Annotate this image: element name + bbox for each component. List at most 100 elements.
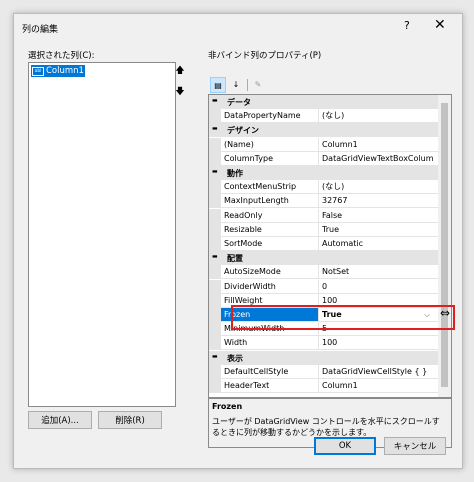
property-value[interactable]: False [319, 209, 438, 223]
collapse-icon[interactable]: ▬ [212, 354, 218, 360]
property-name[interactable]: Resizable [221, 223, 319, 237]
property-row[interactable]: ColumnType DataGridViewTextBoxColum [209, 152, 438, 166]
edit-columns-dialog: 列の編集 ? ✕ 選択された列(C): abl Column1 🡅 🡇 追加(A… [13, 13, 463, 469]
row-gutter [209, 294, 221, 308]
property-value[interactable]: (なし) [319, 109, 438, 123]
row-gutter [209, 223, 221, 237]
category-row[interactable]: ▬ データ [209, 95, 438, 109]
list-item[interactable]: abl Column1 [31, 65, 85, 77]
row-gutter [209, 365, 221, 379]
property-row[interactable]: SortMode Automatic [209, 237, 438, 251]
property-row[interactable]: HeaderText Column1 [209, 379, 438, 393]
move-up-button[interactable]: 🡅 [174, 65, 186, 77]
help-button[interactable]: ? [404, 19, 410, 32]
move-down-button[interactable]: 🡇 [174, 86, 186, 98]
property-value[interactable]: (なし) [319, 180, 438, 194]
property-row[interactable]: ContextMenuStrip (なし) [209, 180, 438, 194]
alphabetical-button[interactable]: ↓ [228, 77, 244, 93]
remove-button[interactable]: 削除(R) [98, 411, 162, 429]
description-text: ユーザーが DataGridView コントロールを水平にスクロールするときに列… [212, 417, 440, 437]
property-value[interactable]: DataGridViewTextBoxColum [319, 152, 438, 166]
property-value[interactable]: 32767 [319, 194, 438, 208]
property-name[interactable]: ContextMenuStrip [221, 180, 319, 194]
add-button[interactable]: 追加(A)... [28, 411, 92, 429]
category-row[interactable]: ▬ デザイン [209, 123, 438, 137]
property-row[interactable]: DefaultCellStyle DataGridViewCellStyle { … [209, 365, 438, 379]
property-grid[interactable]: ▬ データ DataPropertyName (なし) ▬ デザイン (Name) Colum… [208, 94, 452, 398]
row-gutter [209, 308, 221, 322]
property-name[interactable]: AutoSizeMode [221, 265, 319, 279]
scrollbar-thumb[interactable] [441, 103, 448, 387]
collapse-icon[interactable]: ▬ [212, 169, 218, 175]
selected-columns-label: 選択された列(C): [28, 51, 95, 61]
property-name[interactable]: DataPropertyName [221, 109, 319, 123]
property-row[interactable]: ReadOnly False [209, 209, 438, 223]
textbox-column-icon: abl [32, 66, 44, 76]
property-name[interactable]: ReadOnly [221, 209, 319, 223]
collapse-icon[interactable]: ▬ [212, 98, 218, 104]
wrench-icon: ✎ [254, 80, 262, 89]
category-label: 配置 [227, 254, 243, 263]
row-gutter [209, 180, 221, 194]
property-name[interactable]: MaxInputLength [221, 194, 319, 208]
property-name[interactable]: HeaderText [221, 379, 319, 393]
row-gutter [209, 379, 221, 393]
collapse-icon[interactable]: ▬ [212, 126, 218, 132]
property-value[interactable]: Automatic [319, 237, 438, 251]
row-gutter [209, 322, 221, 336]
row-gutter [209, 194, 221, 208]
mouse-cursor-icon: ⇔ [440, 306, 451, 320]
property-row[interactable]: MaxInputLength 32767 [209, 194, 438, 208]
categorized-button[interactable]: ▤ [210, 77, 226, 93]
close-button[interactable]: ✕ [434, 17, 446, 33]
property-pages-button[interactable]: ✎ [250, 77, 266, 93]
category-label: 表示 [227, 354, 243, 363]
property-value[interactable]: Column1 [319, 379, 438, 393]
vertical-scrollbar[interactable] [438, 95, 451, 397]
highlight-box [231, 305, 455, 330]
property-row[interactable]: DividerWidth 0 [209, 280, 438, 294]
selected-columns-list[interactable]: abl Column1 [28, 62, 176, 407]
property-name[interactable]: SortMode [221, 237, 319, 251]
alphabetical-icon: ↓ [232, 80, 240, 89]
property-name[interactable]: DividerWidth [221, 280, 319, 294]
ok-button[interactable]: OK [314, 437, 376, 455]
property-name[interactable]: Width [221, 336, 319, 350]
row-gutter [209, 265, 221, 279]
category-row[interactable]: ▬ 表示 [209, 351, 438, 365]
row-gutter [209, 138, 221, 152]
property-value[interactable]: NotSet [319, 265, 438, 279]
property-name[interactable]: (Name) [221, 138, 319, 152]
property-toolbar: ▤ ↓ ✎ [210, 77, 270, 93]
property-row[interactable]: AutoSizeMode NotSet [209, 265, 438, 279]
categorized-icon: ▤ [214, 81, 222, 90]
dialog-title: 列の編集 [22, 25, 59, 35]
property-row[interactable]: DataPropertyName (なし) [209, 109, 438, 123]
row-gutter [209, 237, 221, 251]
row-gutter [209, 336, 221, 350]
toolbar-divider [247, 79, 248, 91]
row-gutter [209, 280, 221, 294]
category-label: データ [227, 98, 251, 107]
property-row[interactable]: Width 100 [209, 336, 438, 350]
property-name[interactable]: DefaultCellStyle [221, 365, 319, 379]
property-name[interactable]: ColumnType [221, 152, 319, 166]
collapse-icon[interactable]: ▬ [212, 254, 218, 260]
list-item-label: Column1 [46, 66, 84, 76]
property-value[interactable]: True [319, 223, 438, 237]
row-gutter [209, 152, 221, 166]
property-value[interactable]: 100 [319, 336, 438, 350]
property-row[interactable]: (Name) Column1 [209, 138, 438, 152]
category-label: デザイン [227, 126, 259, 135]
property-value[interactable]: Column1 [319, 138, 438, 152]
row-gutter [209, 109, 221, 123]
cancel-button[interactable]: キャンセル [384, 437, 446, 455]
category-label: 動作 [227, 169, 243, 178]
properties-label: 非バインド列のプロパティ(P) [208, 51, 322, 61]
property-value[interactable]: 0 [319, 280, 438, 294]
property-value[interactable]: DataGridViewCellStyle { } [319, 365, 438, 379]
property-row[interactable]: Resizable True [209, 223, 438, 237]
title-bar: 列の編集 ? ✕ [14, 14, 462, 42]
category-row[interactable]: ▬ 配置 [209, 251, 438, 265]
category-row[interactable]: ▬ 動作 [209, 166, 438, 180]
